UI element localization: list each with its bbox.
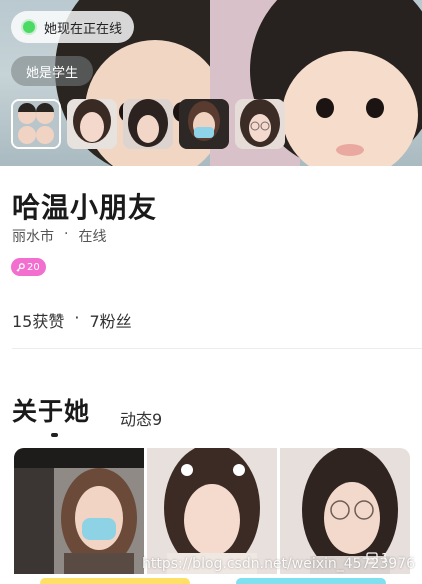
likes-count[interactable]: 15获赞 — [12, 308, 64, 332]
profile-city: 丽水市 — [12, 229, 54, 245]
cover-thumbnail-strip — [11, 99, 285, 149]
tab-moments[interactable]: 动态9 — [120, 406, 162, 430]
level-value: 20 — [27, 261, 40, 273]
profile-presence: 在线 — [78, 229, 107, 245]
identity-tag-label: 她是学生 — [26, 65, 79, 81]
gallery-image — [14, 448, 144, 574]
thumbnail-5[interactable] — [235, 99, 285, 149]
profile-meta: 丽水市 · 在线 — [12, 226, 106, 246]
identity-tag[interactable]: 她是学生 — [11, 56, 94, 86]
watermark-text: https://blog.csdn.net/weixin_45723976 — [142, 556, 416, 572]
thumbnail-image — [123, 99, 173, 149]
thumbnail-4[interactable] — [179, 99, 229, 149]
tab-active-indicator — [51, 433, 58, 437]
meta-separator: · — [64, 226, 69, 242]
followers-count[interactable]: 7粉丝 — [89, 308, 131, 332]
online-status-text: 她现在正在线 — [44, 21, 123, 37]
thumbnail-image — [235, 99, 285, 149]
gallery-photo-1[interactable] — [14, 448, 144, 574]
thumbnail-3[interactable] — [123, 99, 173, 149]
chat-button[interactable] — [40, 578, 190, 584]
profile-stats: 15获赞 · 7粉丝 — [12, 308, 132, 332]
follow-button[interactable] — [236, 578, 386, 584]
tab-about[interactable]: 关于她 — [12, 392, 90, 428]
profile-cover: 她现在正在线 她是学生 — [0, 0, 422, 166]
level-badge[interactable]: 20 — [11, 258, 46, 276]
thumbnail-2[interactable] — [67, 99, 117, 149]
thumbnail-image — [179, 99, 229, 149]
online-status-pill: 她现在正在线 — [11, 11, 135, 43]
section-divider — [12, 348, 422, 349]
thumbnail-image — [67, 99, 117, 149]
online-dot-icon — [23, 21, 35, 33]
thumbnail-image — [13, 101, 59, 147]
key-icon — [16, 262, 25, 272]
stats-separator: · — [74, 308, 80, 327]
thumbnail-1[interactable] — [11, 99, 61, 149]
profile-name: 哈温小朋友 — [12, 191, 158, 224]
